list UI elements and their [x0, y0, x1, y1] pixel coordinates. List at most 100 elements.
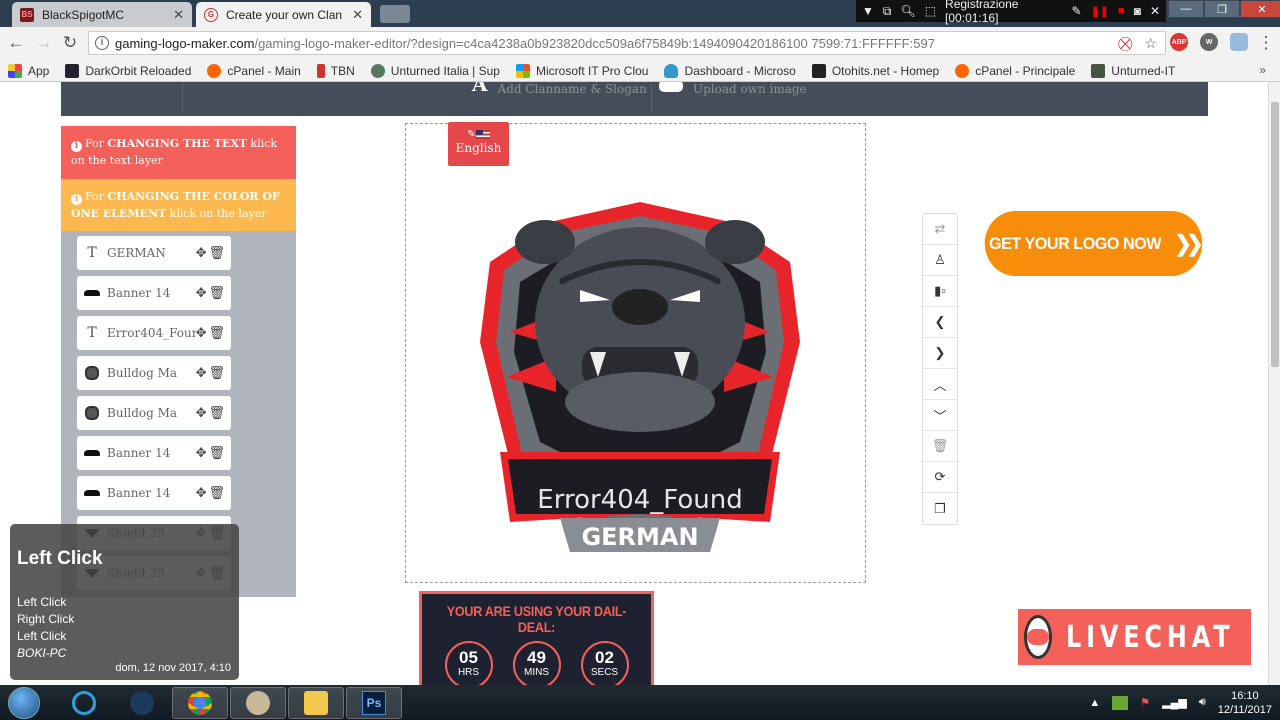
move-icon[interactable]: ✥ [196, 446, 207, 461]
align-icon[interactable]: ▮▫ [923, 276, 957, 307]
swap-icon[interactable]: ⇄ [923, 214, 957, 245]
browser-menu-icon[interactable]: ⋮ [1256, 33, 1276, 53]
trash-icon[interactable]: 🗑︎ [208, 246, 225, 261]
move-icon[interactable]: ✥ [196, 366, 207, 381]
layer-item[interactable]: T Error404_Found ✥🗑︎ [77, 316, 231, 350]
timer-value: 02 [595, 648, 614, 667]
extension-w-icon[interactable]: W [1200, 33, 1218, 51]
trash-icon[interactable]: 🗑︎ [208, 406, 225, 421]
layer-item[interactable]: Banner 14 ✥ 🗑︎ [77, 476, 231, 510]
trash-icon[interactable]: 🗑︎ [208, 366, 225, 381]
close-tab-icon[interactable]: ✕ [173, 7, 184, 23]
show-hidden-icons[interactable]: ▲ [1089, 697, 1100, 709]
add-clanname-tab[interactable]: A Add Clanname & Slogan [472, 82, 647, 96]
move-icon[interactable]: ✥ [196, 246, 207, 261]
extension-bee-icon[interactable] [1230, 33, 1248, 51]
reload-icon[interactable]: ↻ [60, 33, 80, 53]
page-scrollbar[interactable] [1268, 82, 1280, 685]
bookmark-item[interactable]: DarkOrbit Reloaded [65, 63, 191, 78]
chat-bubble-icon [1024, 615, 1052, 659]
slogan-text[interactable]: GERMAN [581, 523, 698, 551]
tab-blackspigotmc[interactable]: BS BlackSpigotMC ✕ [12, 2, 192, 27]
chevron-up-icon[interactable]: ︿ [923, 369, 957, 400]
restore-button[interactable]: ❐ [1204, 0, 1240, 18]
trash-icon[interactable]: 🗑︎ [208, 446, 225, 461]
stamp-icon[interactable]: ♙ [923, 245, 957, 276]
camera-icon[interactable]: ◙ [1134, 4, 1141, 18]
upload-image-tab[interactable]: Upload own image [659, 82, 807, 96]
bookmark-item[interactable]: App [8, 63, 49, 78]
bookmark-item[interactable]: cPanel - Main [207, 63, 301, 78]
close-window-button[interactable]: ✕ [1240, 0, 1280, 18]
livechat-button[interactable]: LIVECHAT [1018, 609, 1251, 665]
zoom-icon[interactable]: 🔍︎ [900, 4, 915, 18]
layer-item[interactable]: Banner 14 ✥ 🗑︎ [77, 276, 231, 310]
bookmark-item[interactable]: Unturned-IT [1091, 63, 1175, 78]
site-info-icon[interactable]: i [95, 36, 109, 50]
chevron-down-icon[interactable]: ﹀ [923, 400, 957, 431]
close-recorder-icon[interactable]: ✕ [1150, 4, 1160, 18]
bookmark-label: cPanel - Main [227, 63, 301, 78]
minimize-button[interactable]: — [1168, 0, 1204, 18]
tab-gaming-logo-maker[interactable]: G Create your own Clan Lo ✕ [196, 2, 371, 27]
bookmark-item[interactable]: cPanel - Principale [955, 63, 1075, 78]
click-history-item: Right Click [17, 612, 75, 626]
clock-date: 12/11/2017 [1217, 703, 1272, 716]
taskbar-photoshop[interactable]: Ps [346, 687, 402, 719]
start-button-icon[interactable] [8, 687, 40, 719]
bookmark-item[interactable]: Otohits.net - Homep [811, 63, 939, 78]
trash-icon[interactable]: 🗑︎ [208, 486, 225, 501]
network-icon[interactable]: ▂▄▆ [1162, 696, 1187, 709]
bookmark-item[interactable]: Unturned Italia | Sup [370, 63, 500, 78]
move-icon[interactable]: ✥ [196, 486, 207, 501]
bookmark-item[interactable]: Dashboard - Microso [664, 63, 796, 78]
clock[interactable]: 16:10 12/11/2017 [1218, 689, 1272, 717]
taskbar-explorer[interactable] [288, 687, 344, 719]
adblock-plus-icon[interactable]: ABP [1170, 33, 1188, 51]
layer-item[interactable]: Banner 14 ✥ 🗑︎ [77, 436, 231, 470]
trash-icon[interactable]: 🗑︎ [208, 286, 225, 301]
move-icon[interactable]: ✥ [196, 406, 207, 421]
bulldog-layer-icon [83, 366, 101, 380]
layer-item[interactable]: Bulldog Ma ✥ 🗑︎ [77, 356, 231, 390]
region-icon[interactable]: ⬚ [925, 4, 936, 18]
new-tab-button[interactable] [380, 5, 410, 23]
move-icon[interactable]: ✥ [196, 286, 207, 301]
scrollbar-thumb[interactable] [1271, 102, 1279, 367]
stop-icon[interactable]: ■ [1118, 5, 1125, 17]
taskbar-chrome[interactable] [172, 687, 228, 719]
refresh-icon[interactable]: ⟳ [923, 462, 957, 493]
taskbar-ccleaner[interactable] [56, 687, 112, 719]
chevron-right-icon[interactable]: ❯ [923, 338, 957, 369]
bookmark-item[interactable]: TBN [316, 63, 355, 78]
trash-icon[interactable]: 🗑︎ [208, 326, 225, 341]
copy-icon[interactable]: ❐ [923, 493, 957, 524]
action-center-icon[interactable]: ⚑ [1140, 696, 1150, 709]
blocked-content-icon[interactable]: ⛒ [1118, 35, 1132, 52]
taskbar-steam[interactable] [114, 687, 170, 719]
trash-icon[interactable]: 🗑︎ [923, 431, 957, 462]
bookmark-item[interactable]: Microsoft IT Pro Clou [515, 63, 648, 78]
layer-item[interactable]: Bulldog Ma ✥ 🗑︎ [77, 396, 231, 430]
taskbar-paint[interactable] [230, 687, 286, 719]
chevron-left-icon[interactable]: ❮ [923, 307, 957, 338]
pen-icon[interactable]: ✎ [1072, 4, 1082, 18]
dropdown-icon[interactable]: ▼ [862, 4, 874, 18]
window-icon[interactable]: ⧉ [883, 4, 892, 19]
bulldog-logo[interactable]: Error404_Found GERMAN [470, 162, 810, 552]
move-icon[interactable]: ✥ [196, 326, 207, 341]
layer-item[interactable]: T GERMAN ✥ 🗑︎ [77, 236, 231, 270]
bookmark-star-icon[interactable]: ☆ [1144, 35, 1157, 52]
forward-arrow-icon[interactable]: → [34, 33, 54, 53]
more-bookmarks-icon[interactable]: » [1259, 63, 1266, 77]
clan-name-text[interactable]: Error404_Found [537, 485, 742, 515]
back-arrow-icon[interactable]: ← [6, 33, 26, 53]
tray-app-icon[interactable] [1112, 695, 1129, 710]
close-tab-icon[interactable]: ✕ [352, 7, 363, 23]
language-label: English [455, 141, 502, 155]
get-your-logo-button[interactable]: GET YOUR LOGO NOW ❯❯ [984, 211, 1204, 276]
pause-icon[interactable]: ❚❚ [1091, 5, 1109, 18]
address-bar[interactable]: i gaming-logo-maker.com/gaming-logo-make… [88, 31, 1166, 55]
language-button[interactable]: ✎ English [448, 122, 509, 166]
volume-icon[interactable]: 🔊︎ [1199, 696, 1206, 709]
